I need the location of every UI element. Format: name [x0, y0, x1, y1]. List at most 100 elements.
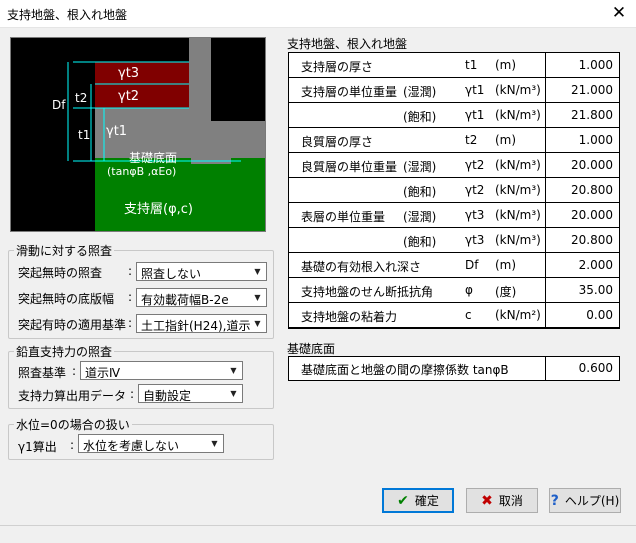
- window-title: 支持地盤、根入れ地盤: [7, 8, 128, 22]
- row-label: 支持地盤の粘着力: [301, 310, 398, 324]
- table-row: 支持地盤の粘着力 c (kN/m²): [289, 303, 545, 327]
- row-sublabel: (飽和): [403, 235, 437, 249]
- table-row-value[interactable]: 20.000: [546, 153, 619, 177]
- row-sublabel: (湿潤): [403, 85, 437, 99]
- x-icon: ✖: [481, 492, 493, 509]
- slide-check-select[interactable]: 照査しない ▼: [136, 262, 267, 281]
- slide-row-label: 突起無時の照査: [18, 266, 103, 280]
- select-value: 道示Ⅳ: [85, 366, 121, 380]
- row-unit: (m): [495, 58, 517, 72]
- table-row: 基礎の有効根入れ深さ Df (m): [289, 253, 545, 277]
- label-t2: t2: [75, 91, 88, 105]
- chevron-down-icon[interactable]: ▼: [250, 264, 265, 279]
- row-sublabel: (飽和): [403, 110, 437, 124]
- close-icon[interactable]: ✕: [604, 1, 634, 25]
- row-label: 基礎の有効根入れ深さ: [301, 260, 422, 274]
- table-row-value[interactable]: 0.600: [546, 357, 619, 380]
- select-value: 土工指針(H24),道示Ⅳ: [141, 319, 251, 333]
- colon: :: [128, 290, 133, 304]
- label-support: 支持層(φ,c): [124, 202, 193, 217]
- table-row: (飽和) γt2 (kN/m³): [289, 178, 545, 202]
- row-label: 支持層の単位重量: [301, 85, 398, 99]
- table-row-value[interactable]: 0.00: [546, 303, 619, 327]
- row-symbol: c: [465, 308, 472, 322]
- table-row-value[interactable]: 2.000: [546, 253, 619, 277]
- colon: :: [128, 316, 133, 330]
- check-standard-select[interactable]: 道示Ⅳ ▼: [80, 361, 243, 380]
- label-t1: t1: [78, 128, 91, 142]
- value-text: 20.000: [571, 208, 613, 222]
- table-row-value[interactable]: 21.000: [546, 78, 619, 102]
- bearing-data-select[interactable]: 自動設定 ▼: [138, 384, 243, 403]
- chevron-down-icon[interactable]: ▼: [250, 316, 265, 331]
- colon: :: [128, 264, 133, 278]
- table-row: 良質層の厚さ t2 (m): [289, 128, 545, 152]
- table-row-value[interactable]: 20.800: [546, 178, 619, 202]
- table-row-value[interactable]: 20.800: [546, 228, 619, 252]
- ok-button[interactable]: ✔ 確定: [382, 488, 454, 513]
- table-row: 支持層の厚さ t1 (m): [289, 53, 545, 77]
- vertical-row-label: 支持力算出用データ: [18, 389, 127, 403]
- table-row-value[interactable]: 35.00: [546, 278, 619, 302]
- table-row: 支持地盤のせん断抵抗角 φ (度): [289, 278, 545, 302]
- cancel-button[interactable]: ✖ 取消: [466, 488, 538, 513]
- row-sublabel: (飽和): [403, 185, 437, 199]
- row-unit: (kN/m³): [495, 208, 541, 222]
- row-symbol: γt3: [465, 208, 485, 222]
- title-bar: 支持地盤、根入れ地盤 ✕: [0, 0, 636, 28]
- label-base: 基礎底面: [129, 151, 178, 165]
- select-value: 有効載荷幅B-2e: [141, 293, 229, 307]
- value-text: 20.800: [571, 233, 613, 247]
- row-label: 表層の単位重量: [301, 210, 386, 224]
- foundation-diagram: γt3 γt2 γt1 Df t2 t1 基礎底面 (tanφB ,αEo) 支…: [10, 37, 266, 232]
- standard-select[interactable]: 土工指針(H24),道示Ⅳ ▼: [136, 314, 267, 333]
- cancel-button-label: 取消: [498, 494, 523, 508]
- label-gt3: γt3: [118, 66, 140, 81]
- row-symbol: γt1: [465, 108, 485, 122]
- label-df: Df: [52, 98, 66, 112]
- row-unit: (kN/m³): [495, 83, 541, 97]
- chevron-down-icon[interactable]: ▼: [226, 386, 241, 401]
- colon: :: [70, 438, 75, 452]
- chevron-down-icon[interactable]: ▼: [207, 436, 222, 451]
- table-row-value[interactable]: 21.800: [546, 103, 619, 127]
- table-row-value[interactable]: 20.000: [546, 203, 619, 227]
- colon: :: [130, 387, 135, 401]
- row-unit: (kN/m³): [495, 158, 541, 172]
- base-width-select[interactable]: 有効載荷幅B-2e ▼: [136, 288, 267, 307]
- table-row: 基礎底面と地盤の間の摩擦係数 tanφB: [289, 357, 545, 380]
- label-gt2: γt2: [118, 89, 140, 104]
- gamma1-select[interactable]: 水位を考慮しない ▼: [78, 434, 224, 453]
- select-value: 照査しない: [141, 267, 202, 281]
- row-unit: (kN/m³): [495, 233, 541, 247]
- vertical-check-title: 鉛直支持力の照査: [14, 343, 115, 360]
- value-text: 0.600: [578, 361, 613, 375]
- value-text: 1.000: [578, 133, 613, 147]
- chevron-down-icon[interactable]: ▼: [250, 290, 265, 305]
- table-row: 支持層の単位重量 (湿潤) γt1 (kN/m³): [289, 78, 545, 102]
- row-label: 良質層の単位重量: [301, 160, 398, 174]
- slide-row-label: 突起無時の底版幅: [18, 292, 115, 306]
- row-unit: (kN/m²): [495, 308, 541, 322]
- table-row-value[interactable]: 1.000: [546, 128, 619, 152]
- table-row-value[interactable]: 1.000: [546, 53, 619, 77]
- status-separator: [0, 525, 636, 526]
- row-sublabel: (湿潤): [403, 210, 437, 224]
- value-text: 21.000: [571, 83, 613, 97]
- table-row: (飽和) γt1 (kN/m³): [289, 103, 545, 127]
- row-unit: (kN/m³): [495, 183, 541, 197]
- check-icon: ✔: [397, 492, 409, 509]
- table-row: 良質層の単位重量 (湿潤) γt2 (kN/m³): [289, 153, 545, 177]
- layer-gt3: [95, 62, 189, 84]
- table-row: (飽和) γt3 (kN/m³): [289, 228, 545, 252]
- value-text: 35.00: [578, 283, 613, 297]
- water-row-label: γ1算出: [18, 440, 57, 454]
- row-unit: (m): [495, 133, 517, 147]
- help-button[interactable]: ? ヘルプ(H): [549, 488, 621, 513]
- table-row: 表層の単位重量 (湿潤) γt3 (kN/m³): [289, 203, 545, 227]
- water-level-title: 水位=0の場合の扱い: [14, 416, 132, 433]
- help-button-label: ヘルプ(H): [564, 494, 620, 508]
- slide-check-title: 滑動に対する照査: [14, 242, 115, 259]
- chevron-down-icon[interactable]: ▼: [226, 363, 241, 378]
- row-symbol: γt3: [465, 233, 485, 247]
